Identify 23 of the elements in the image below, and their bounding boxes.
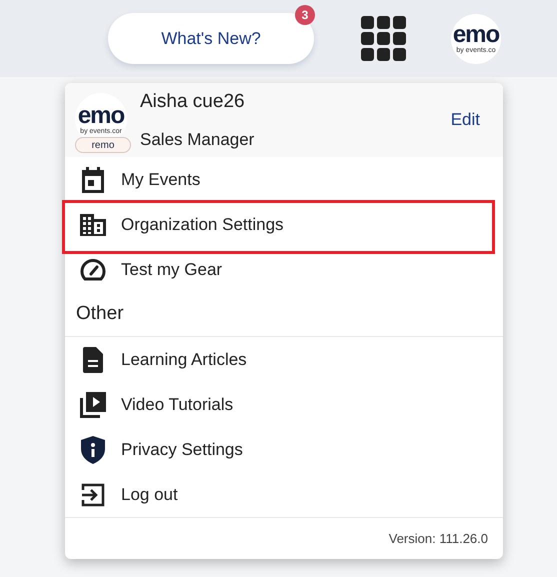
logout-icon (81, 482, 105, 506)
shield-info-icon (81, 436, 105, 464)
section-heading: Other (65, 292, 503, 337)
calendar-icon (81, 166, 105, 192)
user-name: Aisha cue26 (140, 90, 246, 114)
menu-item[interactable]: Log out (65, 472, 503, 517)
edit-link[interactable]: Edit (450, 107, 480, 133)
logo-wordmark: emo (452, 23, 500, 47)
version-text: Version: 111.26.0 (388, 530, 488, 548)
menu-item[interactable]: My Events (65, 157, 503, 202)
video-library-icon (80, 392, 106, 418)
gauge-icon (80, 258, 106, 280)
user-role: Sales Manager (140, 128, 254, 150)
brand-badge: remo (75, 137, 131, 153)
logo-wordmark: emo (78, 104, 124, 128)
menu-item[interactable]: Privacy Settings (65, 427, 503, 472)
document-icon (83, 346, 103, 372)
building-icon (80, 214, 106, 236)
menu-item[interactable]: Video Tutorials (65, 382, 503, 427)
menu-item[interactable]: Learning Articles (65, 337, 503, 382)
app-grid-icon[interactable] (361, 16, 407, 62)
notification-badge: 3 (295, 5, 315, 25)
menu-item[interactable]: Organization Settings (62, 200, 495, 254)
